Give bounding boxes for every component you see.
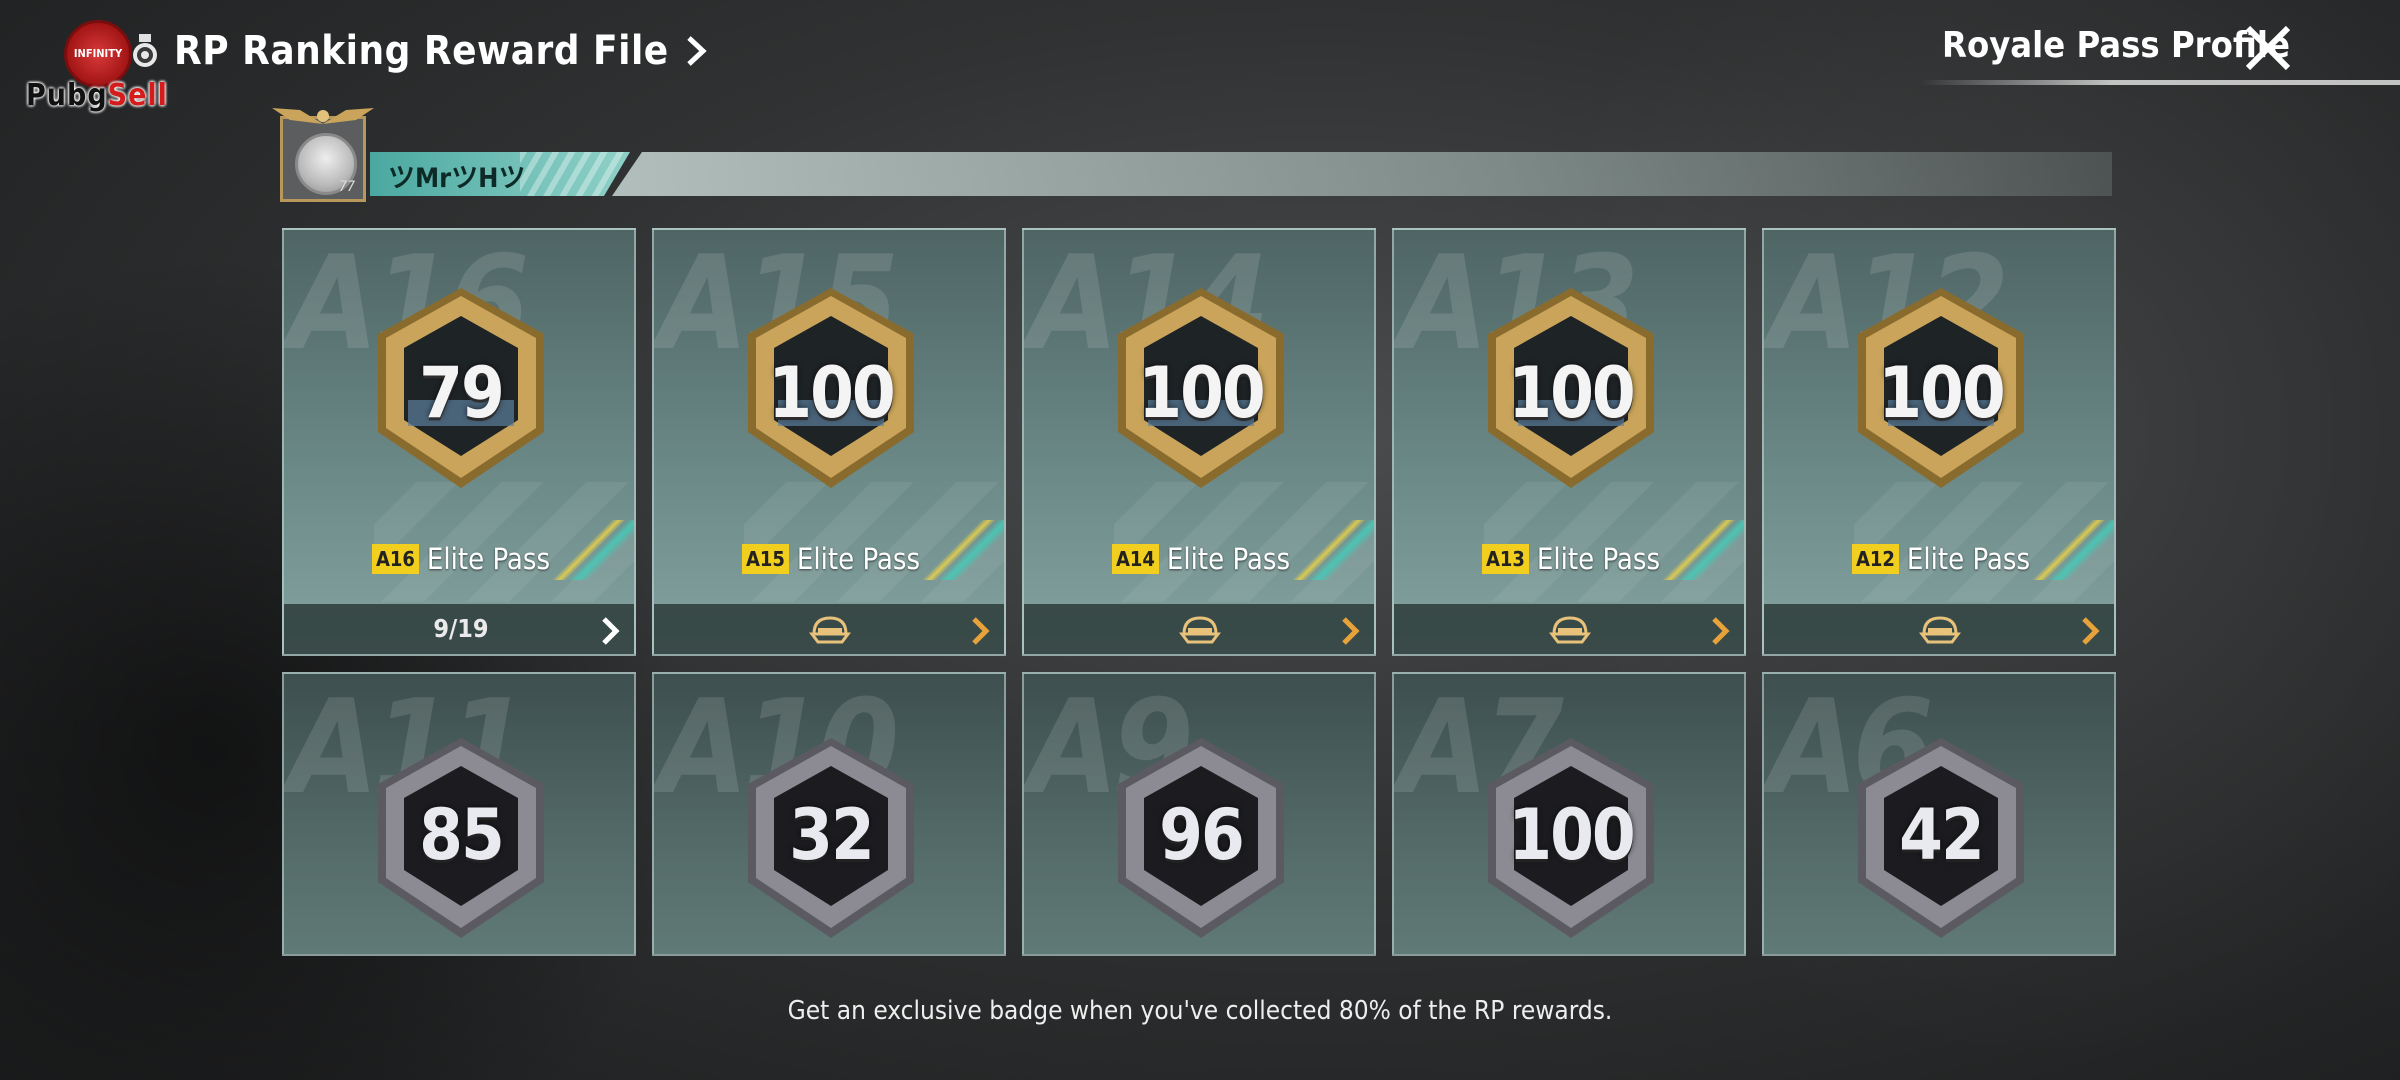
player-banner-bar [612,152,2112,196]
close-icon[interactable] [2238,18,2298,78]
rank-number: 42 [1899,794,1985,876]
card-footer[interactable]: 9/19 [284,604,634,654]
rank-number: 32 [789,794,875,876]
rank-number: 100 [1138,352,1265,434]
chevron-right-icon [1712,617,1730,645]
season-tag: A16 [371,544,419,574]
name-band-stripes [520,152,630,196]
badge-hint-text: Get an exclusive badge when you've colle… [787,996,1613,1026]
rank-badge: 32 [738,732,924,944]
rank-badge: 79 [368,282,554,494]
rank-number: 100 [1878,352,2005,434]
rank-number: 85 [419,794,505,876]
avatar-wings-icon [272,108,374,124]
rank-badge: 85 [368,732,554,944]
avatar-frame: 77 [280,116,366,202]
rp-ranking-reward-file-link[interactable]: RP Ranking Reward File [130,28,709,74]
pass-label: Elite Pass [796,542,921,576]
rank-badge: 96 [1108,732,1294,944]
pass-row: A15 Elite Pass [654,542,1004,576]
season-card[interactable]: A16 79 A16 Elite Pass 9/19 [282,228,636,656]
season-tag: A14 [1111,544,1159,574]
rank-badge: 100 [1108,282,1294,494]
helmet-icon [809,616,851,644]
season-tag: A15 [741,544,789,574]
rank-badge: 42 [1848,732,2034,944]
pass-row: A13 Elite Pass [1394,542,1744,576]
medal-icon [133,34,157,67]
chevron-right-icon [1342,617,1360,645]
page-title: RP Ranking Reward File [174,28,669,74]
season-card[interactable]: A13 100 A13 Elite Pass [1392,228,1746,656]
season-card[interactable]: A14 100 A14 Elite Pass [1022,228,1376,656]
chevron-right-icon [602,617,620,645]
pass-label: Elite Pass [1536,542,1661,576]
chevron-right-icon [972,617,990,645]
helmet-icon [1549,616,1591,644]
rank-number: 79 [419,352,505,434]
pass-label: Elite Pass [1166,542,1291,576]
season-card[interactable]: A7 100 [1392,672,1746,956]
player-level: 77 [338,179,355,195]
pass-label: Elite Pass [1906,542,2031,576]
card-footer[interactable] [654,604,1004,654]
rank-number: 100 [1508,794,1635,876]
chevron-right-icon [2082,617,2100,645]
pass-row: A16 Elite Pass [284,542,634,576]
header-underline [1920,80,2400,85]
player-name: ツMrツHツ [388,163,526,194]
player-avatar[interactable]: 77 [272,106,374,202]
season-card[interactable]: A11 85 [282,672,636,956]
brand-wordmark: PubgSell [26,78,168,113]
rank-number: 100 [768,352,895,434]
chevron-right-icon [687,36,707,66]
season-card[interactable]: A15 100 A15 Elite Pass [652,228,1006,656]
rank-badge: 100 [1478,282,1664,494]
rank-badge: 100 [1848,282,2034,494]
rank-badge: 100 [738,282,924,494]
brand-wordmark-pubg: Pubg [26,78,108,113]
helmet-icon [1919,616,1961,644]
brand-wordmark-sell: Sell [107,78,168,113]
helmet-icon [1179,616,1221,644]
pass-row: A12 Elite Pass [1764,542,2114,576]
season-card[interactable]: A12 100 A12 Elite Pass [1762,228,2116,656]
card-footer[interactable] [1764,604,2114,654]
season-card[interactable]: A10 32 [652,672,1006,956]
reward-progress: 9/19 [433,614,489,643]
season-tag: A12 [1851,544,1899,574]
pass-label: Elite Pass [426,542,551,576]
rank-number: 100 [1508,352,1635,434]
rank-badge: 100 [1478,732,1664,944]
season-card[interactable]: A9 96 [1022,672,1376,956]
pass-row: A14 Elite Pass [1024,542,1374,576]
season-tag: A13 [1481,544,1529,574]
card-footer[interactable] [1024,604,1374,654]
rank-number: 96 [1159,794,1245,876]
card-footer[interactable] [1394,604,1744,654]
season-card[interactable]: A6 42 [1762,672,2116,956]
